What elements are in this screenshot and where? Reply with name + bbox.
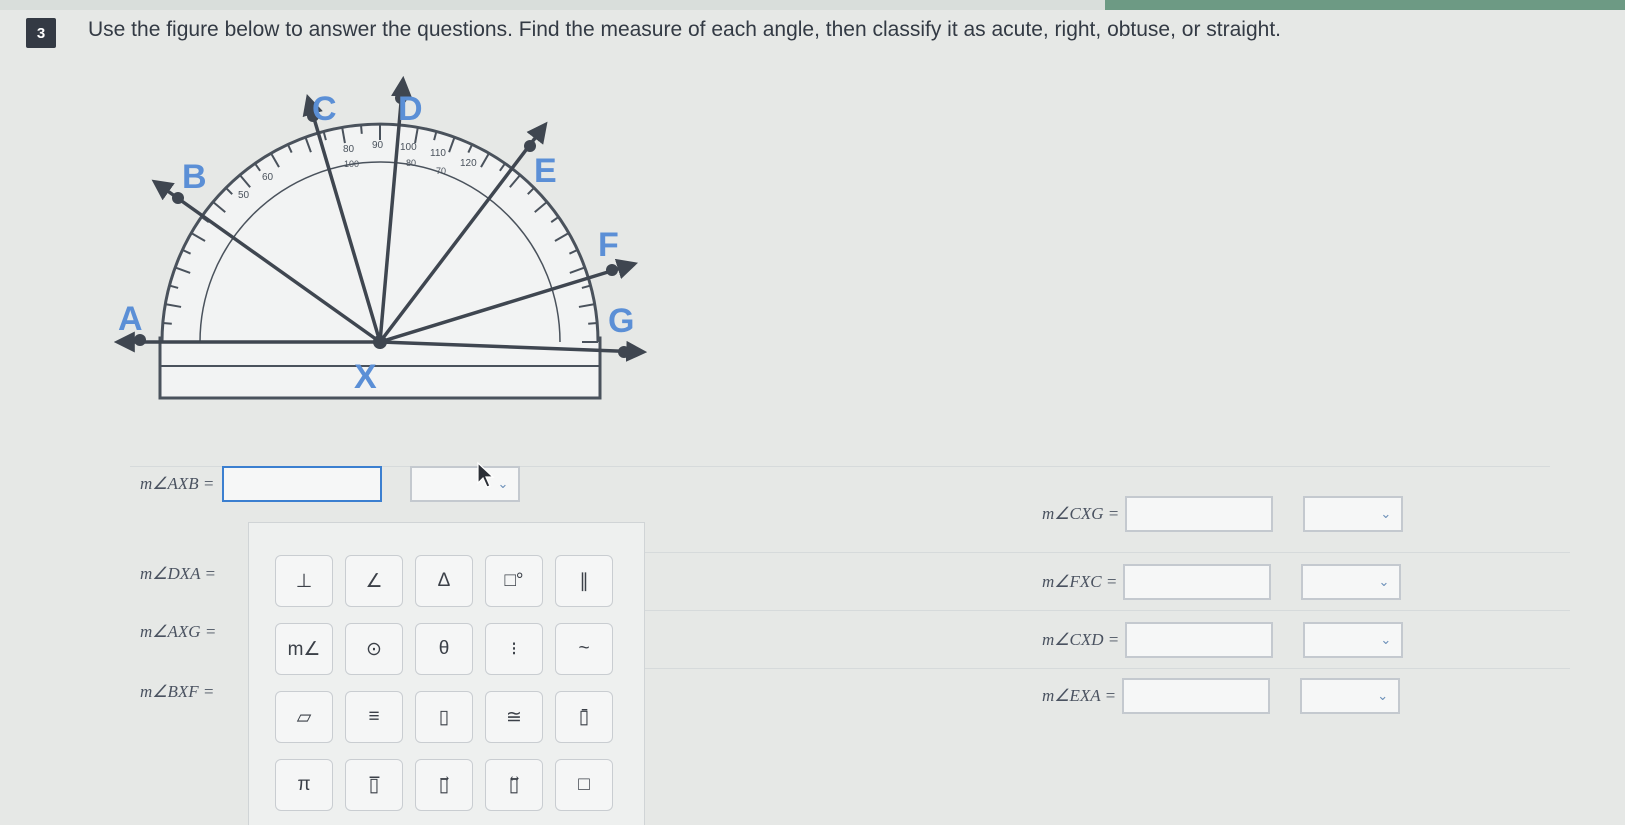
angle-label: m∠DXA =	[140, 564, 216, 583]
answer-input-cxg[interactable]	[1125, 496, 1274, 532]
row-divider	[640, 668, 1570, 669]
degree-button[interactable]: □°	[485, 555, 543, 607]
classify-dropdown-exa[interactable]: ⌄	[1300, 678, 1401, 714]
classify-dropdown-cxg[interactable]: ⌄	[1303, 496, 1404, 532]
parallel-button[interactable]: ∥	[555, 555, 613, 607]
classify-dropdown-axb[interactable]: ⌄	[410, 466, 521, 502]
protractor-figure: 80 90 100 110 120 100 80 70 60 50 A B C …	[113, 75, 648, 400]
point-f-dot	[606, 264, 618, 276]
question-number: 3	[26, 18, 56, 48]
similar-button[interactable]: ~	[555, 623, 613, 675]
angle-label: m∠AXB =	[140, 474, 215, 493]
ray-button[interactable]: ▯⃗	[415, 759, 473, 811]
subscript-button[interactable]: ▯	[415, 691, 473, 743]
tick-label: 100	[344, 159, 359, 169]
classify-dropdown-cxd[interactable]: ⌄	[1303, 622, 1404, 658]
arc-button[interactable]: ▯̄	[555, 691, 613, 743]
tick-label: 110	[430, 148, 446, 159]
answer-input-fxc[interactable]	[1123, 564, 1272, 600]
top-accent-bar	[1105, 0, 1625, 10]
question-row-fxc: m∠FXC = ⌄	[1042, 564, 1402, 600]
tick-label: 70	[436, 166, 446, 176]
mouse-cursor-icon	[477, 461, 495, 488]
congruent-button[interactable]: ≅	[485, 691, 543, 743]
line-button[interactable]: ▯⃡	[485, 759, 543, 811]
triangle-button[interactable]: Δ	[415, 555, 473, 607]
question-row-cxd: m∠CXD = ⌄	[1042, 622, 1404, 658]
answer-input-exa[interactable]	[1122, 678, 1271, 714]
tick-label: 90	[372, 140, 384, 151]
label-x: X	[354, 358, 377, 396]
protractor-tick	[588, 322, 598, 325]
label-f: F	[598, 226, 619, 264]
question-row-exa: m∠EXA = ⌄	[1042, 678, 1401, 714]
row-divider	[640, 552, 1570, 553]
chevron-down-icon: ⌄	[1378, 574, 1390, 589]
circle-button[interactable]: ⊙	[345, 623, 403, 675]
top-strip	[0, 0, 1625, 10]
tick-label: 120	[460, 158, 477, 169]
chevron-down-icon: ⌄	[1377, 688, 1389, 703]
chevron-down-icon: ⌄	[1380, 506, 1392, 521]
angle-label: m∠CXG =	[1042, 504, 1120, 523]
classify-dropdown-fxc[interactable]: ⌄	[1301, 564, 1402, 600]
theta-button[interactable]: θ	[415, 623, 473, 675]
measure-angle-button[interactable]: m∠	[275, 623, 333, 675]
protractor-tick	[162, 322, 172, 325]
angle-label: m∠CXD =	[1042, 630, 1120, 649]
label-b: B	[182, 158, 207, 196]
chevron-down-icon: ⌄	[497, 476, 509, 491]
segment-button[interactable]: ▯̅	[345, 759, 403, 811]
angle-label: m∠EXA =	[1042, 686, 1117, 705]
point-x-dot	[373, 335, 387, 349]
label-c: C	[312, 90, 337, 128]
tick-label: 80	[343, 144, 355, 155]
answer-input-axb[interactable]	[222, 466, 383, 502]
ratio-button[interactable]: ⁝	[485, 623, 543, 675]
parallelogram-button[interactable]: ▱	[275, 691, 333, 743]
label-d: D	[398, 90, 423, 128]
angle-label: m∠FXC =	[1042, 572, 1118, 591]
angle-label: m∠AXG =	[140, 622, 217, 641]
row-divider	[640, 610, 1570, 611]
equivalent-button[interactable]: ≡	[345, 691, 403, 743]
pi-button[interactable]: π	[275, 759, 333, 811]
box-button[interactable]: □	[555, 759, 613, 811]
angle-label: m∠BXF =	[140, 682, 215, 701]
angle-button[interactable]: ∠	[345, 555, 403, 607]
math-symbol-palette: ⊥ ∠ Δ □° ∥ m∠ ⊙ θ ⁝ ~ ▱ ≡ ▯ ≅ ▯̄ π ▯̅ ▯⃗…	[248, 522, 645, 825]
question-text: Use the figure below to answer the quest…	[88, 18, 1281, 41]
point-e-dot	[524, 140, 536, 152]
tick-label: 100	[400, 142, 417, 153]
point-g-dot	[618, 346, 630, 358]
label-g: G	[608, 302, 634, 340]
tick-label: 80	[406, 158, 416, 168]
label-e: E	[534, 152, 557, 190]
perpendicular-button[interactable]: ⊥	[275, 555, 333, 607]
label-a: A	[118, 300, 143, 338]
tick-label: 50	[238, 190, 250, 201]
question-row-cxg: m∠CXG = ⌄	[1042, 496, 1404, 532]
tick-label: 60	[262, 172, 274, 183]
answer-input-cxd[interactable]	[1125, 622, 1274, 658]
question-row-axb: m∠AXB = ⌄	[140, 466, 521, 502]
protractor-tick	[360, 124, 363, 134]
chevron-down-icon: ⌄	[1380, 632, 1392, 647]
